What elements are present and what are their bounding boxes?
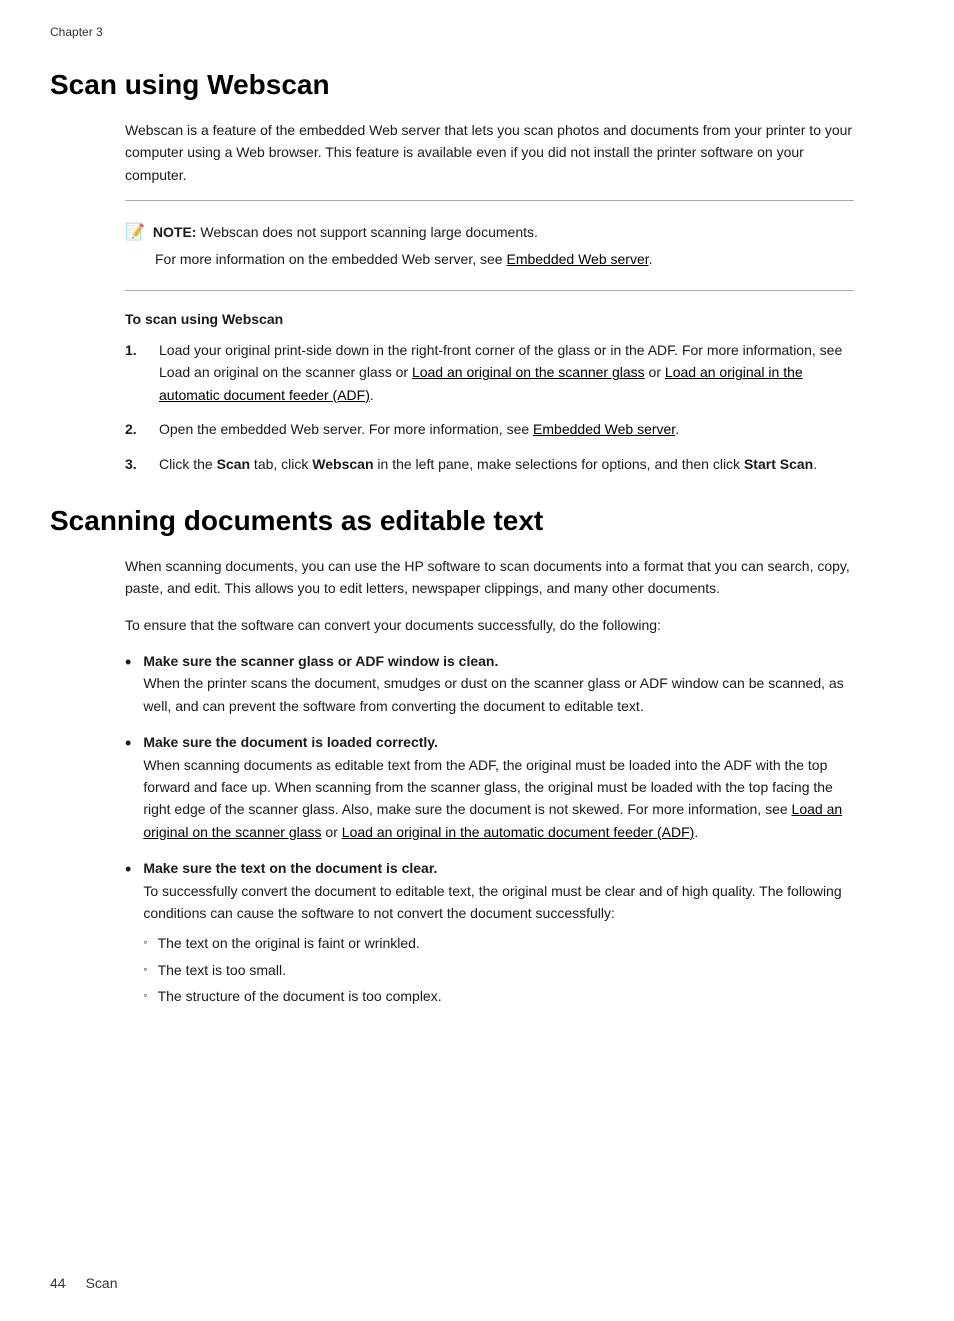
step-3-num: 3.	[125, 453, 145, 475]
bullet-list: • Make sure the scanner glass or ADF win…	[125, 650, 854, 1011]
webscan-bold: Webscan	[312, 456, 373, 472]
bullet-3: • Make sure the text on the document is …	[125, 857, 854, 1011]
bullet-1-dot: •	[125, 650, 131, 675]
bullet-3-text: To successfully convert the document to …	[143, 883, 841, 921]
step-3-content: Click the Scan tab, click Webscan in the…	[159, 453, 854, 475]
note-box: 📝 NOTE: Webscan does not support scannin…	[125, 213, 854, 278]
step-3: 3. Click the Scan tab, click Webscan in …	[125, 453, 854, 475]
scan-bold: Scan	[217, 456, 250, 472]
note-label: NOTE:	[153, 224, 197, 240]
steps-list: 1. Load your original print-side down in…	[125, 339, 854, 475]
sub-bullet-1: ◦ The text on the original is faint or w…	[143, 932, 854, 954]
bullet-3-content: Make sure the text on the document is cl…	[143, 857, 854, 1011]
embedded-web-server-link-2[interactable]: Embedded Web server	[533, 421, 675, 437]
bullet-2-title: Make sure the document is loaded correct…	[143, 734, 438, 750]
bullet-3-title: Make sure the text on the document is cl…	[143, 860, 437, 876]
chapter-label: Chapter 3	[50, 25, 904, 39]
section1-intro: Webscan is a feature of the embedded Web…	[125, 119, 854, 186]
sub-bullet-2-text: The text is too small.	[158, 959, 286, 981]
section2-title: Scanning documents as editable text	[50, 505, 904, 537]
note-icon: 📝	[125, 222, 145, 242]
start-scan-bold: Start Scan	[744, 456, 813, 472]
section1-title: Scan using Webscan	[50, 69, 904, 101]
bullet-3-dot: •	[125, 857, 131, 882]
sub-bullet-2: ◦ The text is too small.	[143, 959, 854, 981]
sub-bullet-3: ◦ The structure of the document is too c…	[143, 985, 854, 1007]
divider-top	[125, 200, 854, 201]
footer: 44 Scan	[50, 1275, 904, 1291]
load-original-scanner-glass-link[interactable]: Load an original on the scanner glass	[412, 364, 645, 380]
embedded-web-server-link-1[interactable]: Embedded Web server	[506, 251, 648, 267]
sub-bullet-1-dot: ◦	[143, 932, 147, 954]
bullet-1-text: When the printer scans the document, smu…	[143, 675, 843, 713]
page: Chapter 3 Scan using Webscan Webscan is …	[0, 0, 954, 1321]
section2-intro1: When scanning documents, you can use the…	[125, 555, 854, 600]
sub-bullet-3-text: The structure of the document is too com…	[158, 985, 442, 1007]
footer-section-label: Scan	[86, 1275, 118, 1291]
footer-page-number: 44	[50, 1275, 66, 1291]
bullet-1-content: Make sure the scanner glass or ADF windo…	[143, 650, 854, 717]
bullet-1-title: Make sure the scanner glass or ADF windo…	[143, 653, 498, 669]
step-2-num: 2.	[125, 418, 145, 440]
step-1-num: 1.	[125, 339, 145, 361]
step-1-content: Load your original print-side down in th…	[159, 339, 854, 406]
bullet-2-text: When scanning documents as editable text…	[143, 757, 842, 840]
note-text: Webscan does not support scanning large …	[200, 224, 538, 240]
note-sub-end: .	[649, 251, 653, 267]
note-sub-text: For more information on the embedded Web…	[155, 251, 506, 267]
step-2: 2. Open the embedded Web server. For mor…	[125, 418, 854, 440]
bullet-1: • Make sure the scanner glass or ADF win…	[125, 650, 854, 717]
sub-bullet-3-dot: ◦	[143, 985, 147, 1007]
section2-intro2: To ensure that the software can convert …	[125, 614, 854, 636]
bullet-2-dot: •	[125, 731, 131, 756]
sub-bullet-2-dot: ◦	[143, 959, 147, 981]
load-original-adf-link-2[interactable]: Load an original in the automatic docume…	[342, 824, 695, 840]
subsection-heading: To scan using Webscan	[125, 311, 904, 327]
step-1: 1. Load your original print-side down in…	[125, 339, 854, 406]
sub-bullet-1-text: The text on the original is faint or wri…	[158, 932, 420, 954]
note-sub: For more information on the embedded Web…	[155, 248, 854, 270]
bullet-2: • Make sure the document is loaded corre…	[125, 731, 854, 843]
step-2-content: Open the embedded Web server. For more i…	[159, 418, 854, 440]
sub-bullet-list: ◦ The text on the original is faint or w…	[143, 932, 854, 1007]
divider-bottom	[125, 290, 854, 291]
bullet-2-content: Make sure the document is loaded correct…	[143, 731, 854, 843]
